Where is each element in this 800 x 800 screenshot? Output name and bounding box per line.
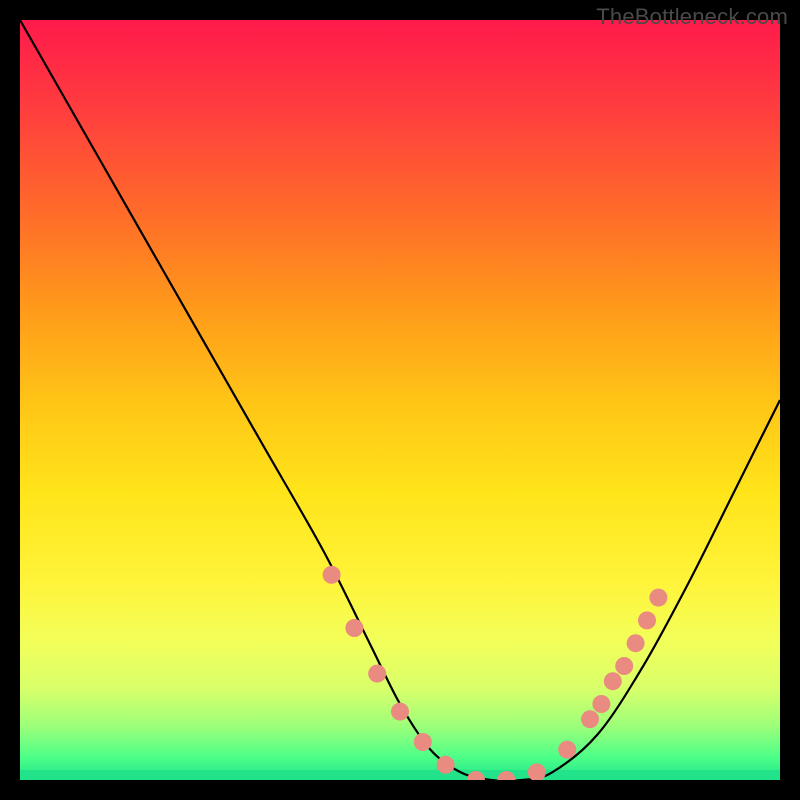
curve-marker	[391, 703, 409, 721]
curve-marker	[345, 619, 363, 637]
bottleneck-curve	[20, 20, 780, 780]
curve-marker	[558, 741, 576, 759]
curve-marker	[323, 566, 341, 584]
curve-marker	[627, 634, 645, 652]
curve-marker	[497, 771, 515, 780]
watermark-text: TheBottleneck.com	[596, 4, 788, 30]
curve-marker	[414, 733, 432, 751]
curve-marker	[592, 695, 610, 713]
curve-marker	[528, 763, 546, 780]
curve-marker	[581, 710, 599, 728]
chart-frame: TheBottleneck.com	[0, 0, 800, 800]
curve-marker	[368, 665, 386, 683]
curve-marker	[437, 756, 455, 774]
curve-marker	[638, 611, 656, 629]
chart-svg-layer	[20, 20, 780, 780]
curve-marker	[649, 589, 667, 607]
curve-marker	[467, 771, 485, 780]
plot-area	[20, 20, 780, 780]
curve-marker	[615, 657, 633, 675]
curve-marker	[604, 672, 622, 690]
